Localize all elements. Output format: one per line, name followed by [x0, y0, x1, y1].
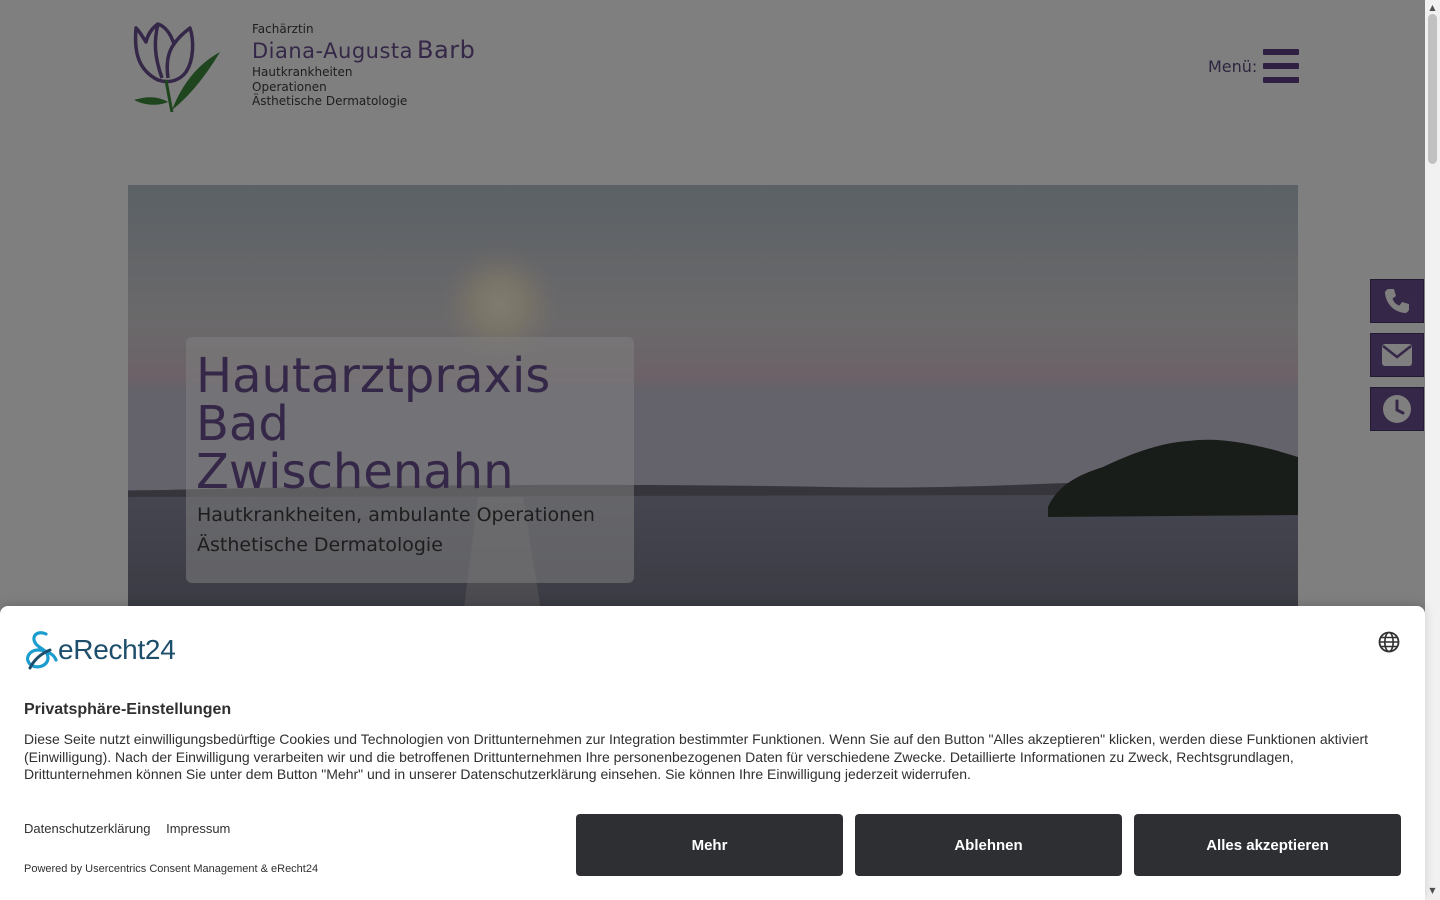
powered-by: Powered by Usercentrics Consent Manageme…: [24, 863, 319, 875]
scrollbar-thumb[interactable]: [1428, 14, 1437, 164]
consent-banner: eRecht24 Privatsphäre-Einstellungen Dies…: [0, 606, 1425, 900]
consent-links: Datenschutzerklärung Impressum: [24, 821, 242, 836]
erecht24-logo: eRecht24: [24, 630, 176, 670]
consent-text: Diese Seite nutzt einwilligungsbedürftig…: [24, 731, 1369, 782]
privacy-policy-link[interactable]: Datenschutzerklärung: [24, 821, 150, 836]
accept-all-button[interactable]: Alles akzeptieren: [1134, 814, 1401, 876]
globe-icon[interactable]: [1378, 631, 1400, 653]
scroll-up-arrow-icon[interactable]: ▲: [1428, 3, 1437, 12]
scroll-down-arrow-icon[interactable]: ▼: [1428, 886, 1437, 895]
consent-title: Privatsphäre-Einstellungen: [24, 701, 232, 718]
erecht24-logo-icon: [25, 631, 58, 670]
erecht24-brand: eRecht24: [58, 634, 176, 665]
decline-button[interactable]: Ablehnen: [855, 814, 1122, 876]
more-button[interactable]: Mehr: [576, 814, 843, 876]
imprint-link[interactable]: Impressum: [166, 821, 230, 836]
